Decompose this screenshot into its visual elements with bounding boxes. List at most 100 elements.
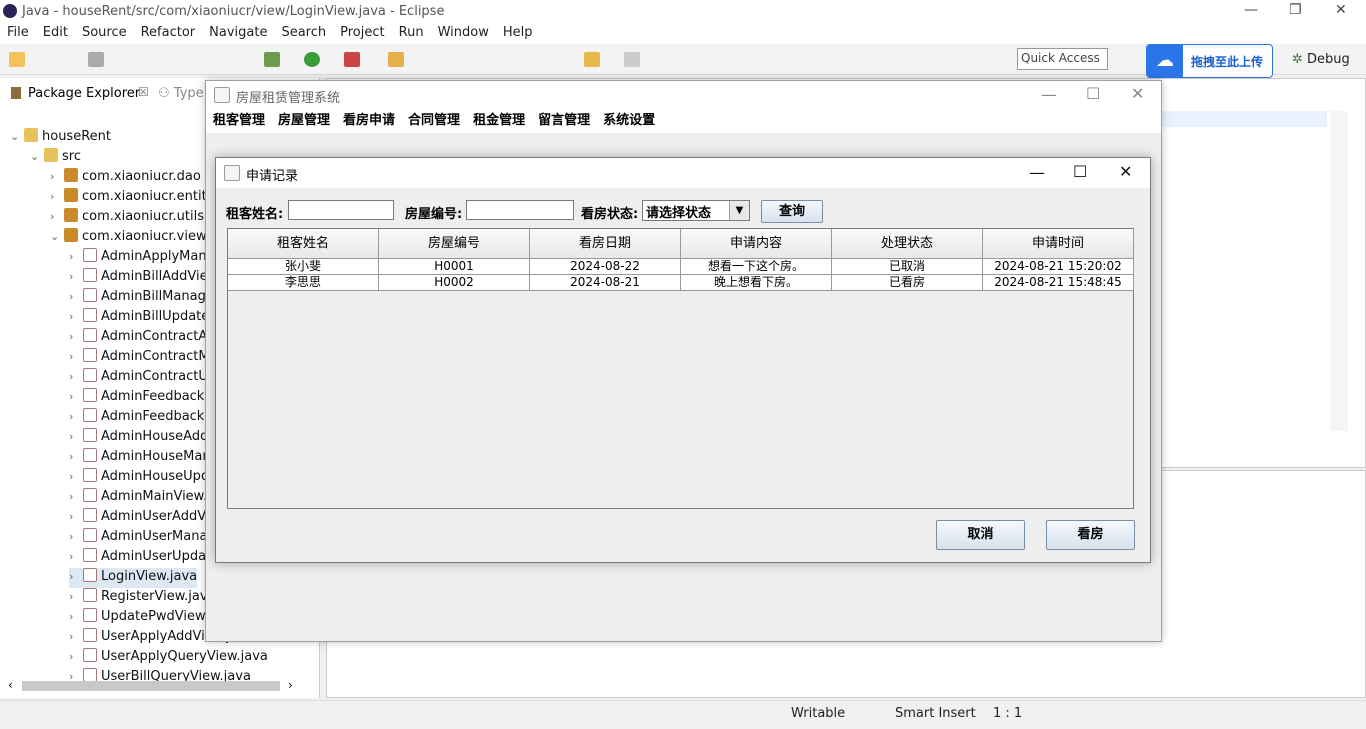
frame-menu-item[interactable]: 租客管理 [207, 109, 271, 133]
column-header[interactable]: 处理状态 [832, 229, 983, 259]
expand-arrow-icon[interactable]: › [69, 450, 83, 463]
frame-menu-item[interactable]: 留言管理 [532, 109, 596, 133]
expand-arrow-icon[interactable]: › [69, 250, 83, 263]
close-tab-icon[interactable]: ☒ [138, 85, 149, 99]
cancel-button[interactable]: 取消 [936, 520, 1025, 550]
expand-arrow-icon[interactable]: › [69, 470, 83, 483]
tree-item-file[interactable]: › AdminHouseMan [69, 448, 211, 468]
table-cell[interactable]: H0001 [379, 259, 530, 275]
external-tools-icon[interactable] [344, 52, 360, 67]
viewing-status-select[interactable]: 请选择状态 ▼ [642, 200, 750, 221]
tree-item-file[interactable]: › AdminBillAddView [69, 268, 218, 288]
tree-item-file[interactable]: › RegisterView.java [69, 588, 216, 608]
frame-minimize-icon[interactable]: — [1041, 85, 1057, 104]
tree-item-package[interactable]: › com.xiaoniucr.entity [50, 188, 214, 208]
expand-arrow-icon[interactable]: › [69, 590, 83, 603]
house-number-input[interactable] [466, 200, 574, 220]
debug-icon[interactable] [264, 52, 280, 67]
dropdown-arrow-icon[interactable]: ▼ [729, 201, 749, 220]
tree-item-file[interactable]: › LoginView.java [69, 568, 198, 588]
menu-item-file[interactable]: File [0, 24, 36, 42]
tab-type-hierarchy[interactable]: ⚇ Type [158, 86, 204, 101]
table-row[interactable]: 李思思 H0002 2024-08-21 晚上想看下房。 已看房 2024-08-21 1… [228, 275, 1134, 291]
frame-maximize-icon[interactable]: ☐ [1086, 84, 1100, 103]
scroll-right-icon[interactable]: › [288, 678, 293, 692]
close-icon[interactable]: ✕ [1335, 2, 1347, 18]
tree-item-file[interactable]: › AdminContractAd [69, 328, 215, 348]
frame-close-icon[interactable]: ✕ [1131, 84, 1144, 103]
menu-item-refactor[interactable]: Refactor [134, 24, 203, 42]
frame-menu-item[interactable]: 房屋管理 [272, 109, 336, 133]
expand-arrow-icon[interactable]: › [69, 530, 83, 543]
editor-vscroll[interactable] [1330, 111, 1348, 431]
tree-item-file[interactable]: › AdminApplyMana [69, 248, 215, 268]
tree-item-file[interactable]: › AdminHouseAdd [69, 428, 208, 448]
tree-item-package[interactable]: › com.xiaoniucr.dao [50, 168, 201, 188]
tree-item-file[interactable]: › UserApplyQueryView.java [69, 648, 268, 668]
frame-menu-item[interactable]: 系统设置 [597, 109, 661, 133]
column-header[interactable]: 租客姓名 [228, 229, 379, 259]
new-icon[interactable] [9, 52, 25, 67]
expand-arrow-icon[interactable]: › [69, 270, 83, 283]
collapse-arrow-icon[interactable]: ⌄ [10, 130, 24, 143]
tree-item-file[interactable]: › AdminBillManage [69, 288, 214, 308]
tree-item-package[interactable]: ⌄ com.xiaoniucr.view [50, 228, 207, 248]
collapse-arrow-icon[interactable]: ⌄ [50, 230, 64, 243]
menu-item-search[interactable]: Search [274, 24, 333, 42]
table-cell[interactable]: 2024-08-21 15:20:02 [983, 259, 1134, 275]
expand-arrow-icon[interactable]: › [69, 290, 83, 303]
tree-item-file[interactable]: › AdminUserUpdat [69, 548, 211, 568]
expand-arrow-icon[interactable]: › [69, 370, 83, 383]
expand-arrow-icon[interactable]: › [69, 550, 83, 563]
tree-item-file[interactable]: › AdminUserAddVi [69, 508, 209, 528]
table-cell[interactable]: 2024-08-21 [530, 275, 681, 291]
expand-arrow-icon[interactable]: › [69, 610, 83, 623]
dialog-minimize-icon[interactable]: — [1029, 163, 1045, 182]
tree-item-file[interactable]: › AdminBillUpdateV [69, 308, 218, 328]
table-cell[interactable]: 李思思 [228, 275, 379, 291]
table-cell[interactable]: 2024-08-21 15:48:45 [983, 275, 1134, 291]
tree-item-file[interactable]: › UpdatePwdView.j [69, 608, 212, 628]
restore-icon[interactable]: ❐ [1289, 2, 1302, 18]
menu-item-project[interactable]: Project [333, 24, 391, 42]
expand-arrow-icon[interactable]: › [69, 630, 83, 643]
expand-arrow-icon[interactable]: › [69, 330, 83, 343]
quick-access-input[interactable]: Quick Access [1017, 48, 1108, 70]
tree-item-src[interactable]: ⌄ src [30, 148, 81, 168]
open-type-icon[interactable] [388, 52, 404, 67]
table-cell[interactable]: 张小斐 [228, 259, 379, 275]
expand-arrow-icon[interactable]: › [69, 350, 83, 363]
table-cell[interactable]: 想看一下这个房。 [681, 259, 832, 275]
upload-dropzone[interactable]: ☁ 拖拽至此上传 [1146, 44, 1273, 78]
run-icon[interactable] [304, 52, 320, 67]
expand-arrow-icon[interactable]: › [50, 190, 64, 203]
column-header[interactable]: 申请时间 [983, 229, 1134, 259]
expand-arrow-icon[interactable]: › [69, 430, 83, 443]
expand-arrow-icon[interactable]: › [69, 310, 83, 323]
tree-item-file[interactable]: › AdminContractUp [69, 368, 216, 388]
expand-arrow-icon[interactable]: › [69, 570, 83, 583]
tree-item-package[interactable]: › com.xiaoniucr.utils [50, 208, 204, 228]
tree-item-file[interactable]: › AdminContractMa [69, 348, 218, 368]
column-header[interactable]: 申请内容 [681, 229, 832, 259]
scroll-thumb[interactable] [22, 681, 280, 691]
frame-menu-item[interactable]: 看房申请 [337, 109, 401, 133]
menu-item-help[interactable]: Help [496, 24, 540, 42]
table-cell[interactable]: 已看房 [832, 275, 983, 291]
column-header[interactable]: 看房日期 [530, 229, 681, 259]
menu-item-run[interactable]: Run [392, 24, 431, 42]
dialog-close-icon[interactable]: ✕ [1119, 162, 1132, 181]
forward-icon[interactable] [624, 52, 640, 67]
tree-item-file[interactable]: › AdminUserManag [69, 528, 216, 548]
tenant-name-input[interactable] [288, 200, 394, 220]
table-cell[interactable]: 已取消 [832, 259, 983, 275]
menu-item-source[interactable]: Source [75, 24, 134, 42]
tree-item-file[interactable]: › AdminFeedbackM [69, 388, 216, 408]
save-icon[interactable] [88, 52, 104, 67]
view-house-button[interactable]: 看房 [1046, 520, 1135, 550]
expand-arrow-icon[interactable]: › [69, 490, 83, 503]
tree-item-project[interactable]: ⌄ houseRent [10, 128, 111, 148]
minimize-icon[interactable]: — [1244, 2, 1258, 18]
menu-item-edit[interactable]: Edit [36, 24, 75, 42]
expand-arrow-icon[interactable]: › [69, 390, 83, 403]
